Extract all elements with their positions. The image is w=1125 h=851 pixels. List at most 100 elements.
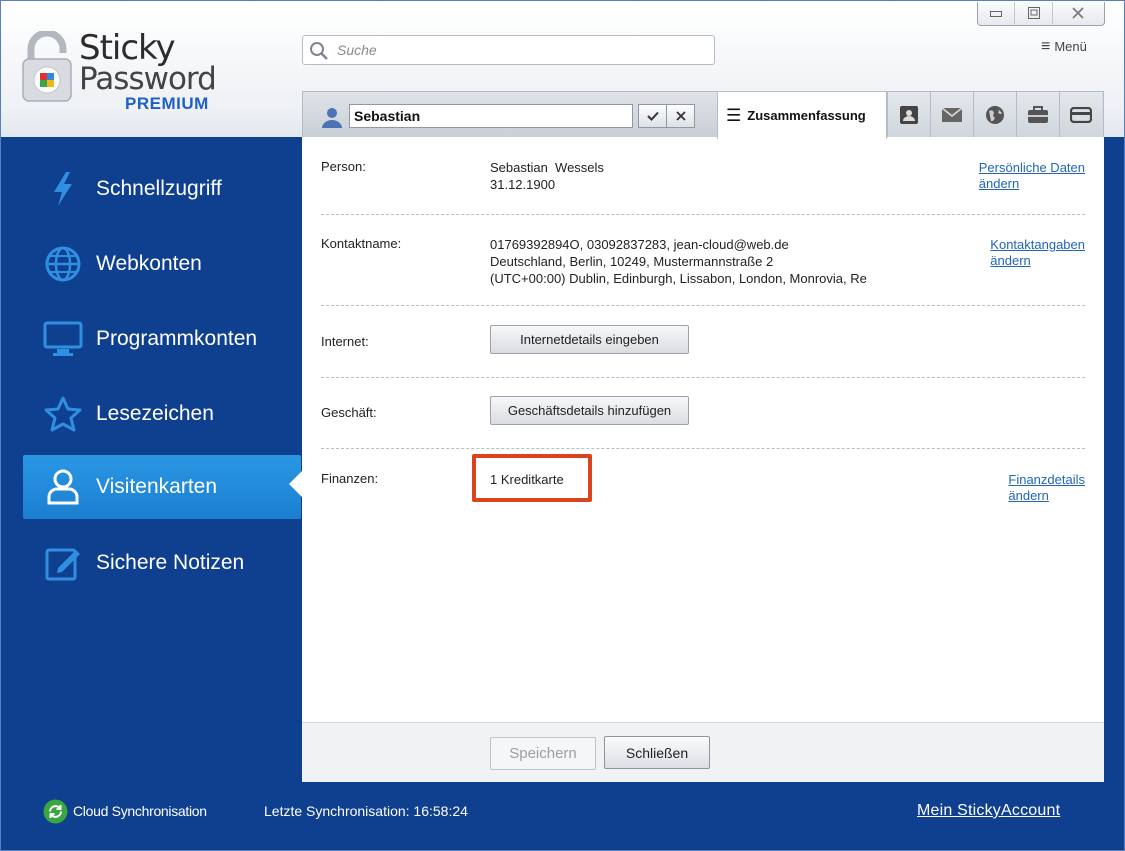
window-controls bbox=[977, 2, 1105, 26]
edit-contact-link[interactable]: Kontaktangaben ändern bbox=[990, 237, 1085, 269]
sidebar-item-label: Programmkonten bbox=[96, 327, 258, 350]
cloud-sync-button[interactable]: Cloud Synchronisation bbox=[73, 803, 207, 819]
restore-icon bbox=[1027, 7, 1040, 19]
contact-label: Kontaktname: bbox=[321, 236, 402, 251]
hamburger-icon: ≡ bbox=[1041, 37, 1051, 55]
sidebar-item-sichere-notizen[interactable]: Sichere Notizen bbox=[23, 531, 301, 595]
x-icon bbox=[675, 111, 686, 121]
close-button[interactable]: Schließen bbox=[604, 736, 710, 769]
add-business-details-button[interactable]: Geschäftsdetails hinzufügen bbox=[490, 396, 689, 425]
contact-line: Deutschland, Berlin, 10249, Mustermannst… bbox=[490, 254, 774, 269]
edit-personal-data-link[interactable]: Persönliche Daten ändern bbox=[979, 160, 1085, 192]
star-icon bbox=[43, 394, 83, 434]
list-icon: ☰ bbox=[726, 105, 742, 125]
dialog-footer: Speichern Schließen bbox=[302, 722, 1104, 782]
sync-icon bbox=[43, 799, 68, 824]
sidebar-item-programmkonten[interactable]: Programmkonten bbox=[23, 307, 301, 371]
search-box[interactable] bbox=[302, 35, 715, 65]
tab-finance[interactable] bbox=[1059, 92, 1102, 138]
sidebar-item-visitenkarten[interactable]: Visitenkarten bbox=[23, 455, 301, 519]
app-window: Sticky Password PREMIUM ≡ Menü bbox=[0, 0, 1125, 851]
enter-internet-details-button[interactable]: Internetdetails eingeben bbox=[490, 325, 689, 354]
link-line: ändern bbox=[978, 176, 1020, 191]
checkmark-icon bbox=[646, 111, 659, 121]
annotation-highlight-box bbox=[472, 454, 592, 502]
sidebar-item-webkonten[interactable]: Webkonten bbox=[23, 232, 301, 296]
sidebar-item-label: Schnellzugriff bbox=[96, 177, 222, 200]
globe-icon bbox=[43, 244, 83, 284]
link-line: ändern bbox=[990, 253, 1031, 268]
internet-label: Internet: bbox=[321, 334, 369, 349]
tab-business[interactable] bbox=[1016, 92, 1059, 138]
divider bbox=[321, 448, 1085, 449]
active-item-pointer bbox=[289, 471, 302, 497]
save-button[interactable]: Speichern bbox=[490, 737, 596, 770]
person-value: Sebastian Wessels 31.12.1900 bbox=[490, 159, 604, 193]
person-name: Sebastian Wessels bbox=[490, 160, 604, 175]
logo-text-sticky: Sticky bbox=[79, 28, 176, 68]
sidebar-item-label: Lesezeichen bbox=[96, 402, 214, 425]
internet-row: Internet: Internetdetails eingeben bbox=[321, 325, 1085, 359]
divider bbox=[321, 377, 1085, 378]
finance-row: Finanzen: 1 Kreditkarte Finanzdetails än… bbox=[321, 471, 1085, 511]
lock-logo-icon bbox=[22, 31, 72, 102]
logo-text-password: Password bbox=[79, 61, 217, 97]
search-icon bbox=[310, 42, 328, 60]
name-edit-area bbox=[303, 92, 717, 138]
tab-email[interactable] bbox=[930, 92, 973, 138]
tab-contact[interactable] bbox=[887, 92, 930, 138]
contact-line: 01769392894O, 03092837283, jean-cloud@we… bbox=[490, 237, 789, 252]
tab-zusammenfassung[interactable]: ☰ Zusammenfassung bbox=[717, 92, 887, 139]
sidebar-item-label: Sichere Notizen bbox=[96, 551, 245, 574]
contact-row: Kontaktname: 01769392894O, 03092837283, … bbox=[321, 236, 1085, 296]
contact-value: 01769392894O, 03092837283, jean-cloud@we… bbox=[490, 236, 878, 287]
monitor-icon bbox=[43, 319, 83, 359]
contact-card-icon bbox=[900, 106, 918, 124]
cancel-name-button[interactable] bbox=[666, 104, 695, 128]
note-edit-icon bbox=[43, 543, 83, 583]
finance-label: Finanzen: bbox=[321, 471, 379, 486]
person-label: Person: bbox=[321, 159, 366, 174]
credit-card-icon bbox=[1070, 107, 1092, 123]
minimize-icon bbox=[990, 11, 1003, 17]
sticky-account-link[interactable]: Mein StickyAccount bbox=[917, 802, 1060, 820]
menu-label: Menü bbox=[1054, 39, 1087, 54]
search-input[interactable] bbox=[337, 39, 707, 61]
tab-label: Zusammenfassung bbox=[747, 108, 866, 123]
record-tab-bar: ☰ Zusammenfassung bbox=[302, 91, 1104, 139]
summary-panel: Person: Sebastian Wessels 31.12.1900 Per… bbox=[302, 137, 1104, 722]
restore-button[interactable] bbox=[1015, 2, 1053, 24]
lightning-icon bbox=[43, 169, 83, 209]
edit-finance-link[interactable]: Finanzdetails ändern bbox=[1008, 472, 1085, 504]
logo-text-premium: PREMIUM bbox=[125, 94, 209, 113]
globe-icon bbox=[986, 106, 1004, 124]
sidebar-item-label: Visitenkarten bbox=[96, 475, 218, 498]
person-row: Person: Sebastian Wessels 31.12.1900 Per… bbox=[321, 159, 1085, 219]
person-icon bbox=[43, 467, 83, 507]
divider bbox=[321, 214, 1085, 215]
sidebar-item-schnellzugriff[interactable]: Schnellzugriff bbox=[23, 157, 301, 221]
link-line: Finanzdetails bbox=[1008, 472, 1085, 487]
business-row: Geschäft: Geschäftsdetails hinzufügen bbox=[321, 396, 1085, 430]
sidebar: Schnellzugriff Webkonten Programmkonten … bbox=[1, 137, 301, 787]
link-line: ändern bbox=[1008, 488, 1049, 503]
sidebar-item-lesezeichen[interactable]: Lesezeichen bbox=[23, 382, 301, 446]
briefcase-icon bbox=[1028, 106, 1048, 123]
link-line: Kontaktangaben bbox=[990, 237, 1085, 252]
confirm-name-button[interactable] bbox=[638, 104, 667, 128]
app-logo: Sticky Password PREMIUM bbox=[19, 27, 229, 112]
menu-button[interactable]: ≡ Menü bbox=[1041, 37, 1087, 55]
business-label: Geschäft: bbox=[321, 405, 377, 420]
close-window-button[interactable] bbox=[1053, 2, 1104, 24]
envelope-icon bbox=[941, 107, 963, 122]
record-name-field[interactable] bbox=[349, 104, 633, 128]
minimize-button[interactable] bbox=[978, 2, 1016, 24]
person-date: 31.12.1900 bbox=[490, 177, 556, 192]
link-line: Persönliche Daten bbox=[978, 160, 1085, 175]
sidebar-item-label: Webkonten bbox=[96, 252, 202, 275]
status-bar: Cloud Synchronisation Letzte Synchronisa… bbox=[1, 787, 1124, 850]
divider bbox=[321, 305, 1085, 306]
tab-internet[interactable] bbox=[973, 92, 1016, 138]
close-icon bbox=[1072, 7, 1085, 19]
contact-line: (UTC+00:00) Dublin, Edinburgh, Lissabon,… bbox=[490, 271, 867, 286]
